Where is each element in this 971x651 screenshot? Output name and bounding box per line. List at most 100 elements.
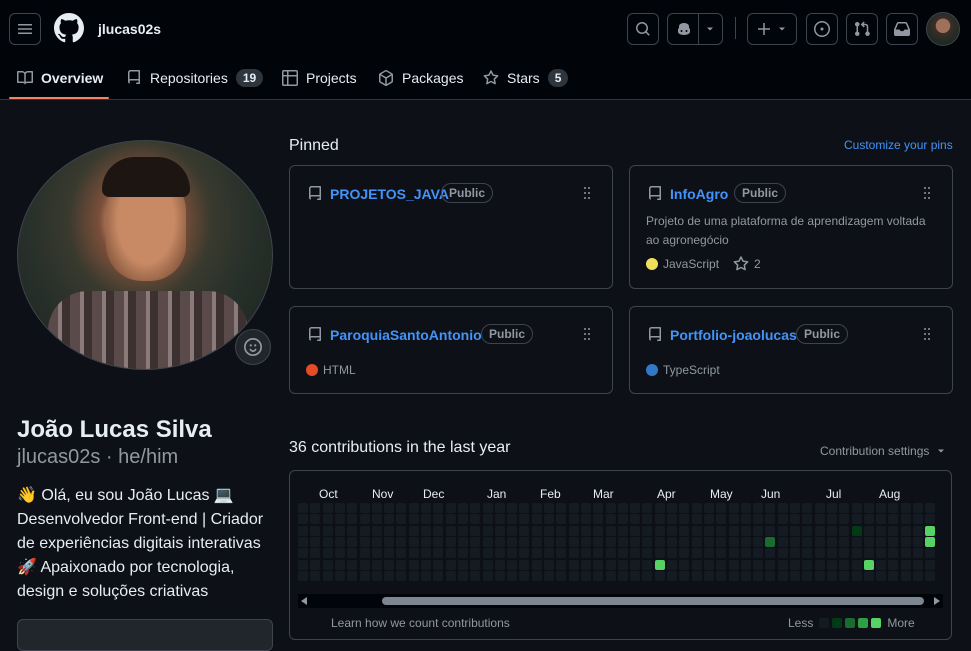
contribution-day[interactable] [433, 548, 444, 559]
contribution-day[interactable] [642, 548, 653, 559]
contribution-day[interactable] [544, 503, 554, 513]
contribution-day[interactable] [334, 536, 345, 547]
contribution-day[interactable] [654, 525, 665, 536]
contribution-day[interactable] [863, 559, 874, 570]
contribution-day[interactable] [384, 559, 395, 570]
contribution-day[interactable] [913, 559, 923, 570]
contribution-day[interactable] [519, 570, 530, 581]
contribution-day[interactable] [876, 548, 887, 559]
contribution-day[interactable] [888, 570, 899, 581]
contribution-day[interactable] [617, 548, 628, 559]
contribution-day[interactable] [310, 536, 321, 547]
contribution-day[interactable] [580, 559, 591, 570]
create-new-button[interactable] [747, 13, 797, 45]
contribution-day[interactable] [470, 514, 481, 525]
contribution-day[interactable] [593, 536, 604, 547]
contribution-day[interactable] [482, 503, 493, 513]
contribution-day[interactable] [421, 514, 431, 525]
contribution-day[interactable] [703, 548, 714, 559]
contribution-day[interactable] [802, 570, 813, 581]
contribution-day[interactable] [445, 570, 456, 581]
contribution-day[interactable] [519, 548, 530, 559]
contribution-day[interactable] [913, 514, 923, 525]
contribution-day[interactable] [777, 525, 788, 536]
contribution-day[interactable] [839, 548, 850, 559]
repo-name-link[interactable]: InfoAgro [670, 186, 728, 202]
contribution-day[interactable] [913, 570, 923, 581]
contribution-day[interactable] [298, 525, 308, 536]
github-logo-icon[interactable] [54, 13, 84, 43]
contribution-day[interactable] [863, 536, 874, 547]
contribution-day[interactable] [777, 536, 788, 547]
contribution-day[interactable] [457, 514, 468, 525]
contribution-day[interactable] [691, 525, 702, 536]
contribution-day[interactable] [507, 514, 518, 525]
contribution-day[interactable] [457, 503, 468, 513]
contribution-day[interactable] [556, 536, 567, 547]
contribution-day[interactable] [310, 570, 321, 581]
contribution-day[interactable] [593, 525, 604, 536]
contribution-day[interactable] [617, 536, 628, 547]
contribution-day[interactable] [556, 570, 567, 581]
contribution-day[interactable] [839, 503, 850, 513]
contribution-day[interactable] [334, 525, 345, 536]
contribution-day[interactable] [876, 559, 887, 570]
contribution-day[interactable] [482, 559, 493, 570]
contribution-day[interactable] [703, 536, 714, 547]
contribution-day[interactable] [421, 536, 431, 547]
contribution-day[interactable] [445, 548, 456, 559]
contribution-day[interactable] [925, 548, 936, 559]
contribution-day[interactable] [740, 525, 751, 536]
contribution-day[interactable] [371, 503, 382, 513]
contribution-day[interactable] [531, 525, 542, 536]
contribution-day[interactable] [494, 525, 505, 536]
contribution-day[interactable] [359, 514, 370, 525]
contribution-day[interactable] [716, 536, 727, 547]
contribution-day[interactable] [839, 559, 850, 570]
contribution-day[interactable] [580, 514, 591, 525]
contribution-day[interactable] [507, 559, 518, 570]
contribution-day[interactable] [826, 559, 837, 570]
contribution-day[interactable] [814, 570, 825, 581]
contribution-day[interactable] [384, 570, 395, 581]
contribution-day[interactable] [519, 514, 530, 525]
copilot-button[interactable] [667, 13, 723, 45]
tab-repositories[interactable]: Repositories 19 [126, 56, 264, 100]
contribution-day[interactable] [347, 570, 358, 581]
contribution-day[interactable] [851, 536, 862, 547]
contribution-day[interactable] [482, 570, 493, 581]
contribution-day[interactable] [371, 570, 382, 581]
contribution-day[interactable] [322, 536, 333, 547]
contribution-day[interactable] [740, 570, 751, 581]
contribution-day[interactable] [359, 525, 370, 536]
contribution-day[interactable] [642, 503, 653, 513]
contribution-day[interactable] [925, 503, 936, 513]
contribution-day[interactable] [605, 503, 616, 513]
contribution-day[interactable] [839, 570, 850, 581]
contribution-day[interactable] [482, 514, 493, 525]
contribution-day[interactable] [814, 548, 825, 559]
contribution-day[interactable] [384, 503, 395, 513]
contribution-day[interactable] [347, 514, 358, 525]
contribution-day[interactable] [359, 503, 370, 513]
contribution-day[interactable] [605, 536, 616, 547]
contribution-day[interactable] [765, 503, 776, 513]
contribution-day[interactable] [605, 514, 616, 525]
inbox-button[interactable] [886, 13, 918, 45]
contribution-day[interactable] [334, 559, 345, 570]
repo-name-link[interactable]: ParoquiaSantoAntonio [330, 327, 482, 343]
contribution-day[interactable] [421, 503, 431, 513]
contribution-day[interactable] [790, 548, 800, 559]
drag-handle-icon[interactable] [924, 187, 934, 201]
contribution-day[interactable] [322, 503, 333, 513]
contribution-day[interactable] [322, 525, 333, 536]
contribution-day[interactable] [667, 548, 677, 559]
contribution-day[interactable] [298, 503, 308, 513]
contribution-day[interactable] [753, 514, 764, 525]
contribution-day[interactable] [470, 548, 481, 559]
contribution-day[interactable] [667, 536, 677, 547]
contribution-day[interactable] [568, 514, 579, 525]
contribution-day[interactable] [580, 570, 591, 581]
contribution-day[interactable] [359, 536, 370, 547]
contribution-day[interactable] [568, 525, 579, 536]
